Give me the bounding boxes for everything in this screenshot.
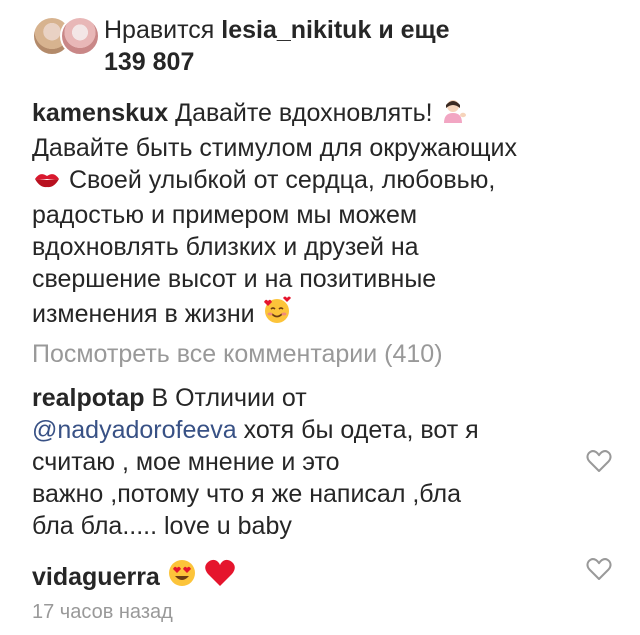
comment-text: В Отличии от <box>151 384 307 412</box>
caption-line: радостью и примером мы можем <box>32 201 418 229</box>
comment-mention-link[interactable]: @nadyadorofeeva <box>32 416 237 444</box>
comment-username[interactable]: realpotap <box>32 384 145 412</box>
likes-middle: и еще <box>378 16 450 44</box>
likes-summary: Нравится lesia_nikituk и еще 139 807 <box>104 14 584 78</box>
likes-prefix: Нравится <box>104 16 215 44</box>
post-caption: kamenskux Давайте вдохновлять! Давайте б… <box>32 96 612 333</box>
comment-item: vidaguerra <box>32 558 572 596</box>
comment-text: хотя бы одета, вот я <box>243 416 479 444</box>
caption-line: Давайте быть стимулом для окружающих <box>32 134 517 162</box>
liker-username[interactable]: lesia_nikituk <box>221 16 371 44</box>
caption-username[interactable]: kamenskux <box>32 99 168 127</box>
kiss-mark-emoji-icon <box>32 167 62 199</box>
comment-like-heart-outline-icon[interactable] <box>585 447 613 475</box>
comment-text: считаю , мое мнение и это <box>32 448 340 476</box>
heart-eyes-emoji-icon <box>167 558 197 596</box>
red-heart-emoji-icon <box>204 558 236 596</box>
comment-like-heart-outline-icon[interactable] <box>585 555 613 583</box>
caption-line: изменения в жизни <box>32 300 255 328</box>
woman-tipping-hand-emoji-icon <box>440 96 468 132</box>
view-all-comments-link[interactable]: Посмотреть все комментарии (410) <box>32 338 443 370</box>
caption-line: Давайте вдохновлять! <box>175 99 433 127</box>
comment-text: важно ,потому что я же написал ,бла <box>32 480 461 508</box>
post-timestamp: 17 часов назад <box>32 601 173 623</box>
caption-line: Своей улыбкой от сердца, любовью, <box>68 166 496 194</box>
likes-count[interactable]: 139 807 <box>104 48 194 76</box>
comment-username[interactable]: vidaguerra <box>32 563 160 591</box>
avatar[interactable] <box>60 16 100 56</box>
liker-avatars[interactable] <box>32 16 102 56</box>
comment-item: realpotap В Отличии от @nadyadorofeeva х… <box>32 382 572 542</box>
caption-line: вдохновлять близких и друзей на <box>32 233 419 261</box>
caption-line: свершение высот и на позитивные <box>32 265 437 293</box>
smiling-face-with-hearts-emoji-icon <box>262 295 292 333</box>
comment-text: бла бла..... love u baby <box>32 512 292 540</box>
